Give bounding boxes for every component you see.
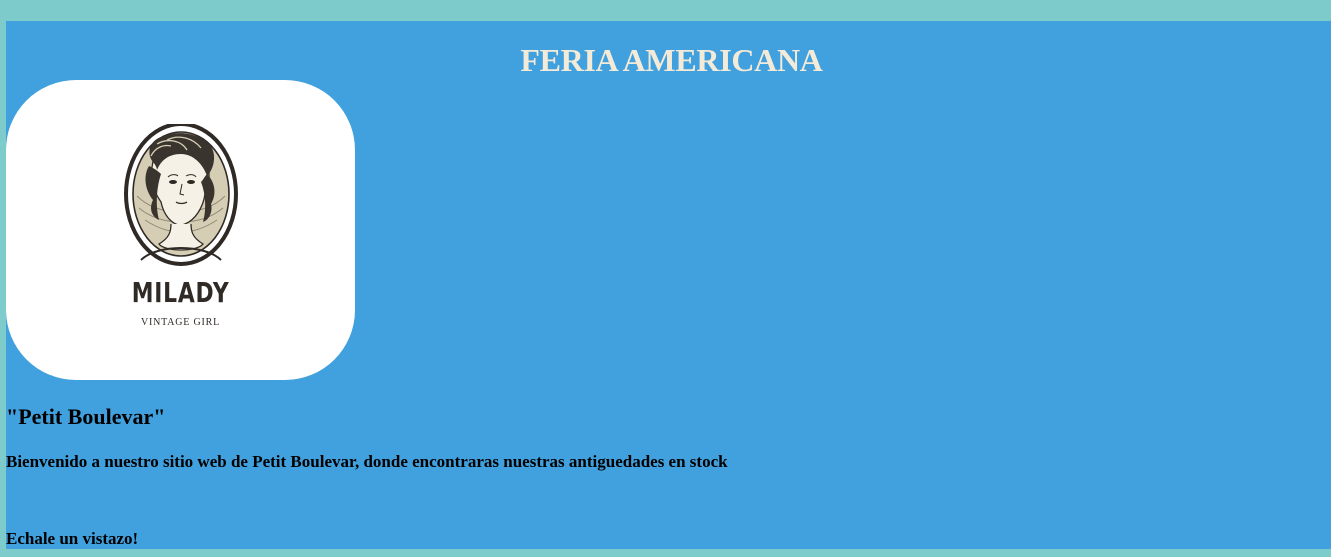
store-name-heading: "Petit Boulevar" [6,404,166,429]
logo-brand-name: MILADY [131,276,230,309]
logo-tagline: VINTAGE GIRL [140,317,221,328]
woman-portrait-cameo-icon [124,124,238,266]
logo-card: MILADY VINTAGE GIRL [6,80,355,380]
call-to-action-text: Echale un vistazo! [6,529,139,548]
welcome-text: Bienvenido a nuestro sitio web de Petit … [6,452,728,471]
main-panel: FERIA AMERICANA MILADY VINTAGE GIRL "Pet… [6,21,1331,549]
page-title: FERIA AMERICANA [520,42,823,78]
